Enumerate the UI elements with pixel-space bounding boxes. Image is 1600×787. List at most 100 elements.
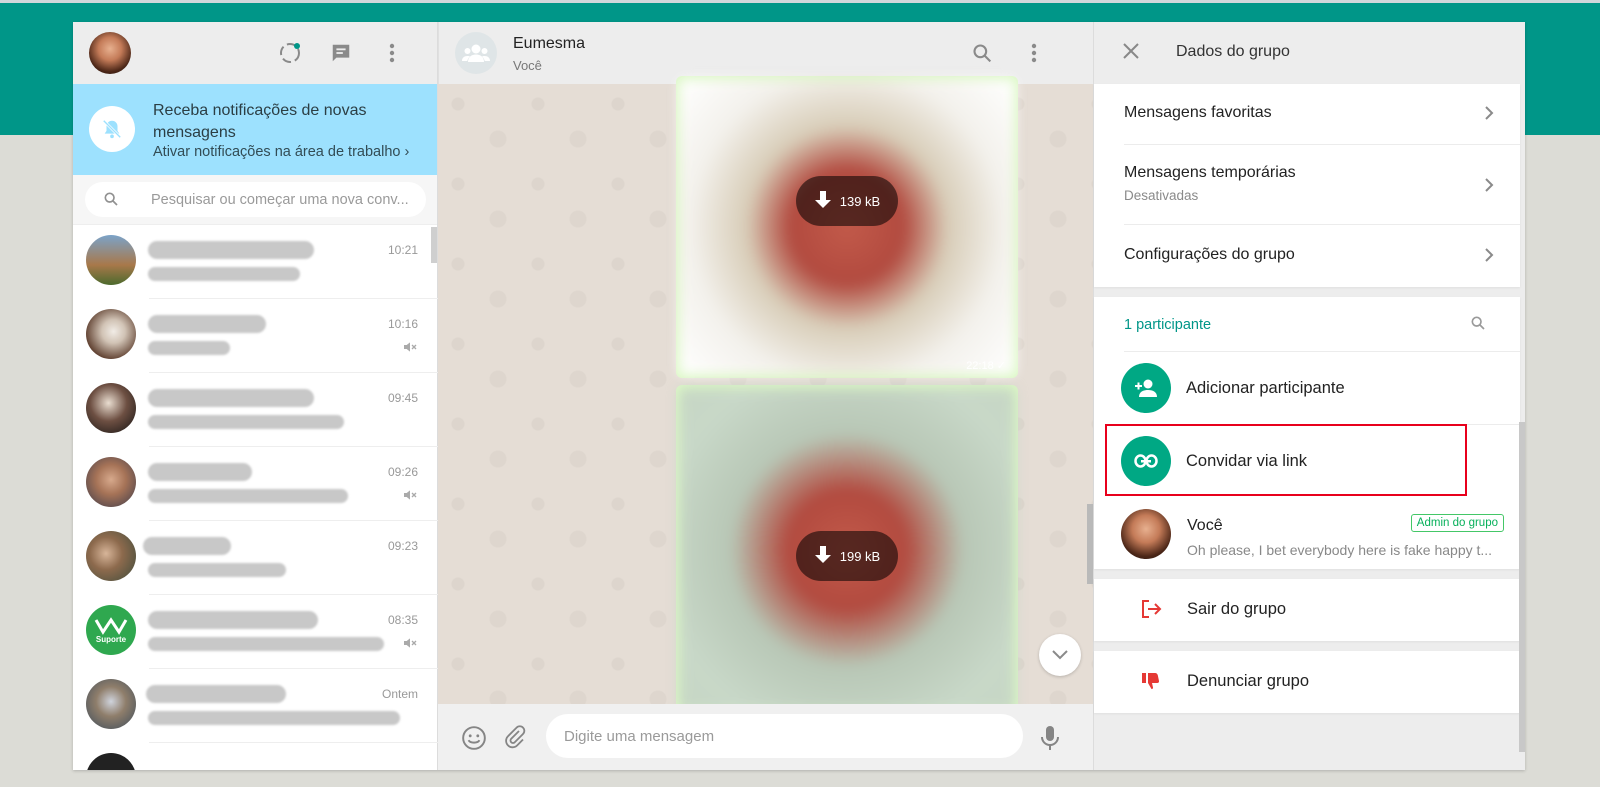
search-participants-icon[interactable]: [1470, 315, 1486, 336]
member-name: Você: [1187, 517, 1223, 534]
chat-avatar: [86, 457, 136, 507]
group-info-header: Dados do grupo: [1094, 22, 1525, 84]
new-chat-icon[interactable]: [329, 41, 353, 65]
left-header: [73, 22, 437, 84]
group-name: Eumesma: [513, 35, 586, 52]
chat-preview-redacted: [148, 563, 286, 577]
add-person-icon: [1121, 363, 1171, 413]
message-area: 139 kB 22:18 ✓ 199 kB: [438, 76, 1093, 715]
member-status: Oh please, I bet everybody here is fake …: [1187, 542, 1493, 558]
status-icon[interactable]: [278, 41, 302, 65]
whatsapp-web-window: Receba notificações de novas mensagens A…: [73, 22, 1525, 770]
download-button[interactable]: 199 kB: [796, 531, 898, 581]
muted-icon: [402, 635, 418, 656]
download-icon: [814, 546, 831, 563]
chat-preview-redacted: [148, 415, 344, 429]
thumbs-down-icon: [1140, 671, 1160, 696]
chat-name-redacted: [148, 315, 266, 333]
search-box[interactable]: [85, 182, 426, 217]
microphone-icon[interactable]: [1041, 725, 1059, 756]
chat-name-redacted: [146, 685, 286, 703]
report-group-row[interactable]: Denunciar grupo: [1094, 651, 1520, 713]
search-icon: [103, 191, 119, 212]
chat-name-redacted: [148, 611, 318, 629]
chat-preview-redacted: [148, 711, 400, 725]
image-message[interactable]: 139 kB 22:18 ✓: [676, 76, 1018, 378]
exit-group-row[interactable]: Sair do grupo: [1094, 579, 1520, 641]
admin-badge: Admin do grupo: [1410, 514, 1504, 532]
temporary-messages-status: Desativadas: [1124, 188, 1199, 203]
group-info-scrollbar[interactable]: [1519, 422, 1525, 752]
member-row[interactable]: Você Admin do grupo Oh please, I bet eve…: [1094, 498, 1520, 569]
chat-avatar: [86, 753, 136, 770]
chat-preview-redacted: [148, 341, 230, 355]
group-options-card: Mensagens favoritas Mensagens temporária…: [1094, 84, 1520, 287]
temporary-messages-label: Mensagens temporárias: [1124, 164, 1296, 181]
add-participant-row[interactable]: Adicionar participante: [1094, 352, 1520, 425]
chat-preview-redacted: [148, 637, 384, 651]
support-avatar-label: Suporte: [95, 634, 127, 644]
close-icon[interactable]: [1122, 42, 1140, 65]
notification-link[interactable]: Ativar notificações na área de trabalho …: [153, 144, 409, 160]
chevron-right-icon: [1484, 105, 1494, 126]
chat-time: 08:35: [387, 613, 418, 627]
chevron-right-icon: [1484, 247, 1494, 268]
notification-title: Receba notificações de novas mensagens: [153, 102, 367, 141]
chat-time: 09:23: [387, 539, 418, 553]
group-icon[interactable]: [455, 32, 497, 74]
chat-time: 09:26: [387, 465, 418, 479]
chat-list-scrollbar[interactable]: [431, 227, 437, 263]
starred-messages-label: Mensagens favoritas: [1124, 104, 1272, 121]
chat-avatar: [86, 679, 136, 729]
search-messages-icon[interactable]: [970, 41, 994, 65]
exit-icon: [1140, 599, 1162, 624]
image-message[interactable]: 199 kB: [676, 385, 1018, 715]
file-size: 139 kB: [839, 193, 881, 209]
report-group-card[interactable]: Denunciar grupo: [1094, 651, 1520, 713]
message-time: 22:18 ✓: [966, 360, 1006, 372]
conversation-menu-icon[interactable]: [1022, 41, 1046, 65]
conversation-header[interactable]: Eumesma Você: [438, 22, 1093, 84]
chat-item[interactable]: Ontem: [73, 669, 438, 743]
notification-banner[interactable]: Receba notificações de novas mensagens A…: [73, 84, 437, 175]
chat-item[interactable]: 10:21: [73, 225, 438, 299]
chat-avatar: [86, 383, 136, 433]
muted-icon: [402, 487, 418, 508]
chat-name-redacted: [148, 241, 314, 259]
my-avatar[interactable]: [89, 32, 131, 74]
chat-preview-redacted: [148, 267, 300, 281]
chat-item[interactable]: 09:45: [73, 373, 438, 447]
chat-item[interactable]: [73, 743, 438, 770]
message-input[interactable]: [546, 714, 1023, 758]
group-settings-row[interactable]: Configurações do grupo: [1094, 225, 1520, 287]
chat-avatar: [86, 309, 136, 359]
search-input[interactable]: [151, 182, 419, 217]
chat-item[interactable]: Suporte 08:35: [73, 595, 438, 669]
scroll-down-button[interactable]: [1039, 634, 1081, 676]
chat-item[interactable]: 09:26: [73, 447, 438, 521]
report-group-label: Denunciar grupo: [1187, 672, 1309, 690]
exit-group-label: Sair do grupo: [1187, 600, 1287, 618]
member-avatar: [1121, 509, 1171, 559]
chat-list-pane: Receba notificações de novas mensagens A…: [73, 22, 438, 770]
chat-item[interactable]: 09:23: [73, 521, 438, 595]
chat-avatar: [86, 235, 136, 285]
menu-icon[interactable]: [380, 41, 404, 65]
chat-name-redacted: [143, 537, 231, 555]
chat-name-redacted: [148, 389, 314, 407]
blurred-image: [679, 79, 1015, 375]
conversation-pane: Eumesma Você 139 kB 22:18 ✓ 199 kB Digit…: [438, 22, 1093, 770]
chat-avatar: [86, 531, 136, 581]
exit-group-card[interactable]: Sair do grupo: [1094, 579, 1520, 641]
attach-icon[interactable]: [503, 725, 527, 754]
chat-item[interactable]: 10:16: [73, 299, 438, 373]
download-button[interactable]: 139 kB: [796, 176, 898, 226]
temporary-messages-row[interactable]: Mensagens temporárias Desativadas: [1094, 145, 1520, 225]
group-members-summary: Você: [513, 58, 542, 73]
participants-count: 1 participante: [1124, 317, 1212, 333]
chat-time: 10:21: [387, 243, 418, 257]
add-participant-label: Adicionar participante: [1186, 379, 1345, 397]
download-icon: [814, 191, 831, 208]
starred-messages-row[interactable]: Mensagens favoritas: [1094, 84, 1520, 145]
emoji-icon[interactable]: [461, 725, 487, 756]
